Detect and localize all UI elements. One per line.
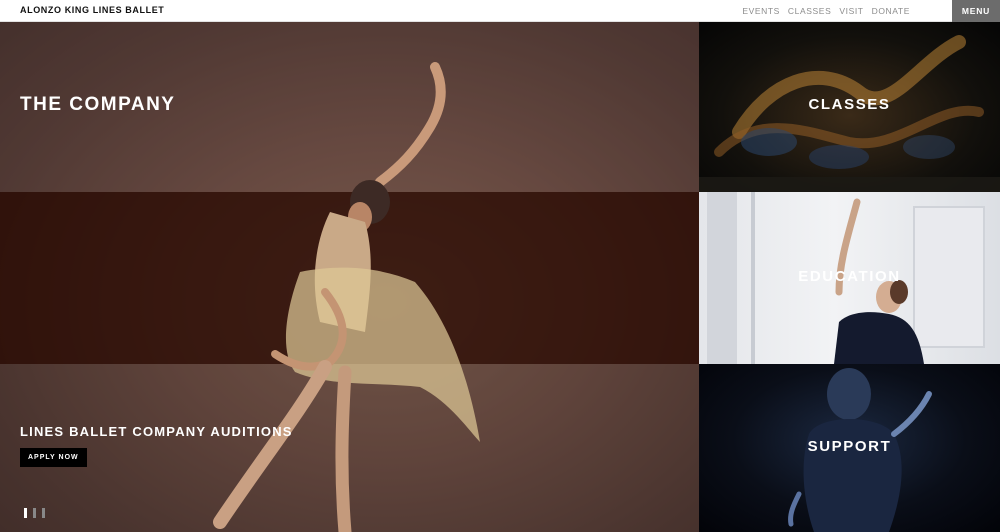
brand-logo[interactable]: ALONZO KING LINES BALLET (20, 5, 164, 15)
classes-label: CLASSES (808, 96, 891, 113)
apply-now-button[interactable]: APPLY NOW (20, 448, 87, 467)
hero-slideshow[interactable]: THE COMPANY LINES BALLET COMPANY AUDITIO… (0, 22, 699, 532)
slide-indicator-2[interactable] (33, 508, 36, 518)
nav-visit-link[interactable]: VISIT (839, 6, 863, 16)
classes-tile[interactable]: CLASSES (699, 22, 1000, 192)
audition-heading: LINES BALLET COMPANY AUDITIONS (20, 424, 293, 439)
slide-indicator-3[interactable] (42, 508, 45, 518)
hero-title[interactable]: THE COMPANY (20, 94, 175, 116)
nav-events-link[interactable]: EVENTS (742, 6, 780, 16)
slide-indicators (24, 508, 45, 518)
nav-classes-link[interactable]: CLASSES (788, 6, 831, 16)
top-nav: EVENTS CLASSES VISIT DONATE (742, 6, 910, 16)
support-tile[interactable]: SUPPORT (699, 364, 1000, 532)
support-label: SUPPORT (807, 438, 892, 455)
menu-button[interactable]: MENU (952, 0, 1000, 22)
top-header: ALONZO KING LINES BALLET EVENTS CLASSES … (0, 0, 1000, 22)
dancer-image (213, 62, 480, 532)
education-tile[interactable]: EDUCATION (699, 192, 1000, 364)
slide-indicator-1[interactable] (24, 508, 27, 518)
nav-donate-link[interactable]: DONATE (872, 6, 910, 16)
education-label: EDUCATION (798, 268, 901, 285)
